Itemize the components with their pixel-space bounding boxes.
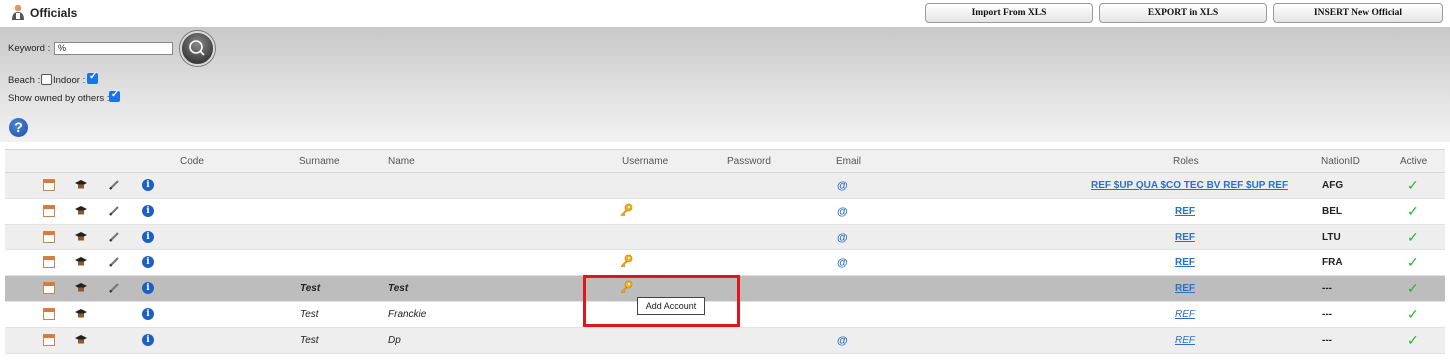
email-link[interactable]: @ [837, 257, 848, 269]
nation-cell: BEL [1322, 205, 1342, 217]
graduation-cap-icon[interactable] [75, 205, 87, 217]
surname-cell: Test [300, 308, 319, 320]
beach-checkbox[interactable] [41, 74, 52, 85]
email-link[interactable]: @ [837, 232, 848, 244]
table-header: Code Surname Name Username Password Emai… [5, 149, 1445, 173]
roles-link[interactable]: REF $UP QUA $CO TEC BV REF $UP REF [1091, 180, 1288, 191]
roles-link[interactable]: REF [1175, 309, 1195, 320]
info-icon[interactable]: i [142, 230, 154, 243]
active-check-icon[interactable]: ✓ [1407, 306, 1419, 323]
info-icon[interactable]: i [142, 179, 154, 191]
owned-label: Show owned by others : [8, 93, 110, 104]
table-row[interactable]: i @ REF BEL ✓ [5, 199, 1445, 225]
roles-link[interactable]: REF [1175, 283, 1195, 294]
surname-cell: Test [300, 334, 319, 346]
col-name[interactable]: Name [388, 156, 415, 167]
keyword-label: Keyword : [8, 43, 51, 54]
graduation-cap-icon[interactable] [75, 256, 87, 268]
edit-pen-icon[interactable] [108, 179, 120, 191]
roles-link[interactable]: REF [1175, 206, 1195, 217]
active-check-icon[interactable]: ✓ [1407, 203, 1419, 220]
col-active[interactable]: Active [1400, 156, 1427, 167]
name-cell: Dp [388, 334, 401, 346]
indoor-label: Indoor : [53, 75, 86, 86]
active-check-icon[interactable]: ✓ [1407, 177, 1419, 194]
roles-link[interactable]: REF [1175, 257, 1195, 268]
graduation-cap-icon[interactable] [75, 231, 87, 243]
email-link[interactable]: @ [837, 180, 848, 192]
surname-cell: Test [300, 283, 321, 295]
col-password[interactable]: Password [727, 156, 771, 167]
keyword-input[interactable]: % [54, 42, 173, 55]
search-icon [189, 40, 205, 56]
edit-pen-icon[interactable] [108, 231, 120, 243]
page-header: Officials Import From XLS EXPORT in XLS … [0, 0, 1450, 27]
calendar-icon[interactable] [43, 307, 55, 320]
key-icon[interactable] [619, 203, 633, 217]
table-row[interactable]: i @ REF LTU ✓ [5, 224, 1445, 251]
calendar-icon[interactable] [43, 282, 55, 295]
nation-cell: --- [1322, 283, 1332, 295]
edit-pen-icon[interactable] [108, 282, 120, 294]
calendar-icon[interactable] [43, 179, 55, 191]
email-link[interactable]: @ [837, 206, 848, 218]
calendar-icon[interactable] [43, 256, 55, 269]
edit-pen-icon[interactable] [108, 256, 120, 268]
graduation-cap-icon[interactable] [75, 282, 87, 294]
official-person-icon [12, 4, 24, 20]
insert-official-button[interactable]: INSERT New Official [1273, 3, 1443, 23]
graduation-cap-icon[interactable] [75, 334, 87, 346]
table-row[interactable]: i @ REF $UP QUA $CO TEC BV REF $UP REF AFG ✓ [5, 173, 1445, 199]
import-xls-button[interactable]: Import From XLS [925, 3, 1093, 23]
export-xls-button[interactable]: EXPORT in XLS [1099, 3, 1267, 23]
info-icon[interactable]: i [142, 307, 154, 320]
col-roles[interactable]: Roles [1173, 156, 1199, 167]
col-username[interactable]: Username [622, 156, 668, 167]
nation-cell: --- [1322, 308, 1332, 320]
name-cell: Test [388, 283, 409, 295]
filter-panel: Keyword : % Beach : Indoor : Show owned … [0, 27, 1450, 142]
active-check-icon[interactable]: ✓ [1407, 332, 1419, 349]
info-icon[interactable]: i [142, 282, 154, 295]
highlight-box [583, 275, 740, 327]
info-icon[interactable]: i [142, 333, 154, 346]
key-icon[interactable] [619, 254, 633, 268]
page-title: Officials [30, 6, 78, 20]
active-check-icon[interactable]: ✓ [1407, 280, 1419, 297]
col-nation[interactable]: NationID [1321, 156, 1360, 167]
table-row[interactable]: i Test Dp @ REF --- ✓ [5, 327, 1445, 354]
graduation-cap-icon[interactable] [75, 179, 87, 191]
roles-link[interactable]: REF [1175, 335, 1195, 346]
nation-cell: FRA [1322, 257, 1343, 269]
table-row[interactable]: i @ REF FRA ✓ [5, 250, 1445, 277]
roles-link[interactable]: REF [1175, 232, 1195, 243]
edit-pen-icon[interactable] [108, 205, 120, 217]
info-icon[interactable]: i [142, 204, 154, 217]
owned-checkbox[interactable] [109, 89, 120, 102]
calendar-icon[interactable] [43, 204, 55, 217]
col-code[interactable]: Code [180, 156, 204, 167]
calendar-icon[interactable] [43, 333, 55, 346]
active-check-icon[interactable]: ✓ [1407, 254, 1419, 271]
email-link[interactable]: @ [837, 335, 848, 347]
graduation-cap-icon[interactable] [75, 308, 87, 320]
nation-cell: --- [1322, 334, 1332, 346]
nation-cell: AFG [1322, 180, 1344, 191]
beach-label: Beach : [8, 75, 41, 86]
col-surname[interactable]: Surname [299, 156, 340, 167]
search-button[interactable] [180, 31, 215, 66]
nation-cell: LTU [1322, 231, 1341, 243]
calendar-icon[interactable] [43, 230, 55, 243]
indoor-checkbox[interactable] [87, 71, 98, 84]
col-email[interactable]: Email [836, 156, 861, 167]
active-check-icon[interactable]: ✓ [1407, 229, 1419, 246]
info-icon[interactable]: i [142, 256, 154, 269]
name-cell: Franckie [388, 308, 427, 320]
help-icon[interactable]: ? [9, 118, 28, 137]
